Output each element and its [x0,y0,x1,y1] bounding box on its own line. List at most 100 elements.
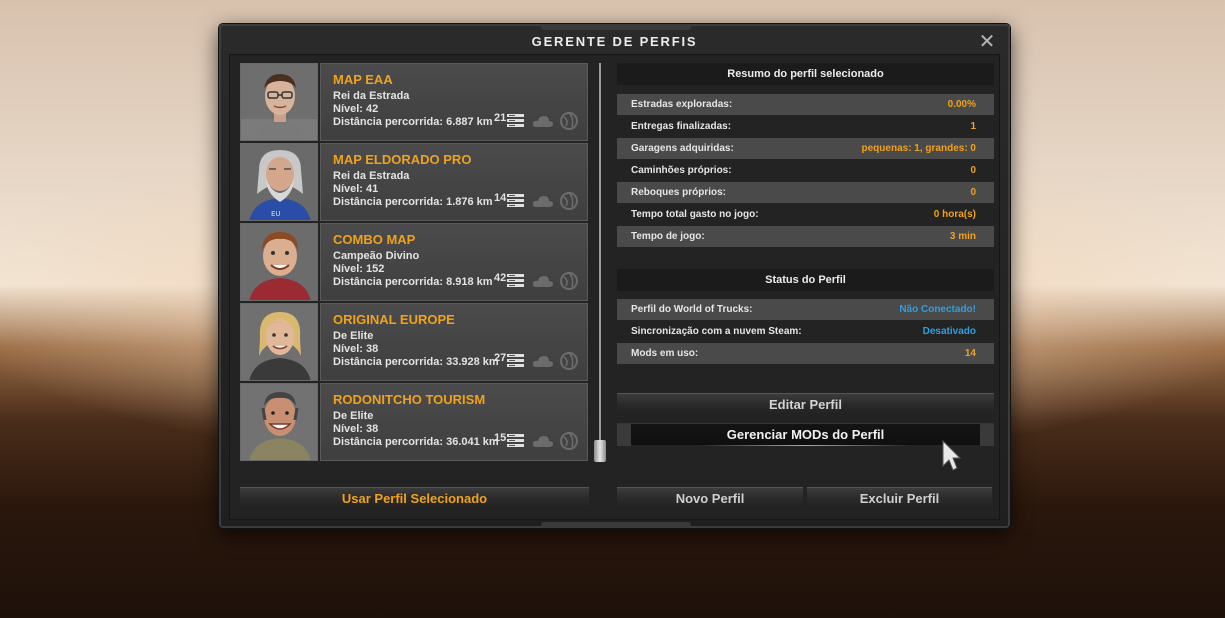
profile-distance: Distância percorrida: 36.041 km [333,436,499,448]
profile-rank: Rei da Estrada [333,90,410,102]
button-cap-left [617,424,631,446]
profile-list: MAP EAA Rei da Estrada Nível: 42 Distânc… [240,63,590,463]
profile-level: Nível: 41 [333,183,379,195]
stat-label: Caminhões próprios: [631,165,732,176]
stat-value: 1 [970,121,976,132]
mods-list-icon [507,194,524,207]
cloud-icon [532,356,553,367]
cloud-icon [532,196,553,207]
close-icon[interactable]: ✕ [978,32,996,52]
stat-value: 0.00% [947,99,976,110]
stat-row: Entregas finalizadas: 1 [617,116,994,137]
profile-card[interactable]: ORIGINAL EUROPE De Elite Nível: 38 Distâ… [320,303,588,381]
delete-profile-button[interactable]: Excluir Perfil [807,487,992,509]
globe-icon [560,192,578,210]
stat-row: Reboques próprios: 0 [617,182,994,203]
avatar: EU [240,143,318,221]
stat-value: 0 [970,165,976,176]
profile-distance: Distância percorrida: 8.918 km [333,276,493,288]
cloud-icon [532,116,553,127]
stat-value: pequenas: 1, grandes: 0 [861,143,976,154]
mods-list-icon [507,114,524,127]
globe-icon [560,112,578,130]
profile-card[interactable]: MAP EAA Rei da Estrada Nível: 42 Distânc… [320,63,588,141]
profile-name: RODONITCHO TOURISM [333,392,486,407]
profile-mod-count: 27 [494,352,507,364]
profile-distance: Distância percorrida: 33.928 km [333,356,499,368]
status-title: Status do Perfil [617,269,994,291]
cloud-icon [532,276,553,287]
mods-list-icon [507,434,524,447]
globe-icon [560,272,578,290]
status-row: Mods em uso: 14 [617,343,994,364]
summary-title: Resumo do perfil selecionado [617,63,994,85]
profile-mod-count: 21 [494,112,507,124]
manage-mods-label: Gerenciar MODs do Perfil [726,427,885,442]
profile-card[interactable]: RODONITCHO TOURISM De Elite Nível: 38 Di… [320,383,588,461]
dialog-title: GERENTE DE PERFIS [531,34,698,49]
profile-list-scrollbar[interactable] [599,63,601,461]
edit-profile-button[interactable]: Editar Perfil [617,393,994,415]
mods-list-icon [507,274,524,287]
status-label: Perfil do World of Trucks: [631,304,753,315]
avatar [240,63,318,141]
status-label: Mods em uso: [631,348,699,359]
stat-row: Tempo de jogo: 3 min [617,226,994,247]
profile-level: Nível: 38 [333,423,379,435]
profile-name: COMBO MAP [333,232,416,247]
status-label: Sincronização com a nuvem Steam: [631,326,802,337]
stat-label: Estradas exploradas: [631,99,733,110]
svg-text:EU: EU [271,210,281,218]
stat-value: 0 [970,187,976,198]
stat-label: Garagens adquiridas: [631,143,734,154]
profile-row[interactable]: EU MAP ELDORADO PRO Rei da Estrada Nível… [240,143,590,221]
profile-level: Nível: 38 [333,343,379,355]
button-cap-right [980,424,994,446]
profile-row[interactable]: RODONITCHO TOURISM De Elite Nível: 38 Di… [240,383,590,461]
avatar [240,383,318,461]
profile-name: ORIGINAL EUROPE [333,312,455,327]
mouse-cursor-icon [942,440,961,471]
stat-row: Tempo total gasto no jogo: 0 hora(s) [617,204,994,225]
stat-row: Estradas exploradas: 0.00% [617,94,994,115]
use-profile-button[interactable]: Usar Perfil Selecionado [240,487,589,509]
profile-rank: De Elite [333,330,374,342]
profile-mod-count: 15 [494,432,507,444]
status-value[interactable]: Desativado [923,321,976,342]
cloud-icon [532,436,553,447]
status-row: Perfil do World of Trucks: Não Conectado… [617,299,994,320]
avatar [240,223,318,301]
new-profile-button[interactable]: Novo Perfil [617,487,803,509]
profile-name: MAP EAA [333,72,393,87]
scrollbar-thumb[interactable] [594,440,606,462]
status-row: Sincronização com a nuvem Steam: Desativ… [617,321,994,342]
profile-manager-dialog: GERENTE DE PERFIS ✕ MAP EAA Rei da Estra… [219,24,1010,528]
profile-name: MAP ELDORADO PRO [333,152,472,167]
status-value[interactable]: Não Conectado! [899,299,976,320]
avatar [240,303,318,381]
profile-level: Nível: 42 [333,103,379,115]
globe-icon [560,352,578,370]
profile-rank: Campeão Divino [333,250,420,262]
profile-level: Nível: 152 [333,263,385,275]
profile-row[interactable]: ORIGINAL EUROPE De Elite Nível: 38 Distâ… [240,303,590,381]
profile-card[interactable]: COMBO MAP Campeão Divino Nível: 152 Dist… [320,223,588,301]
profile-mod-count: 14 [494,192,507,204]
stat-label: Reboques próprios: [631,187,727,198]
profile-card[interactable]: MAP ELDORADO PRO Rei da Estrada Nível: 4… [320,143,588,221]
bottom-notch [541,522,691,528]
stat-row: Garagens adquiridas: pequenas: 1, grande… [617,138,994,159]
stat-label: Tempo de jogo: [631,231,705,242]
stat-label: Entregas finalizadas: [631,121,732,132]
status-value: 14 [964,348,976,359]
profile-row[interactable]: COMBO MAP Campeão Divino Nível: 152 Dist… [240,223,590,301]
focus-underline [699,445,911,446]
manage-mods-button[interactable]: Gerenciar MODs do Perfil [617,423,994,446]
profile-rank: Rei da Estrada [333,170,410,182]
stat-row: Caminhões próprios: 0 [617,160,994,181]
profile-distance: Distância percorrida: 6.887 km [333,116,493,128]
stat-value: 3 min [949,231,976,242]
top-notch [541,24,691,30]
profile-row[interactable]: MAP EAA Rei da Estrada Nível: 42 Distânc… [240,63,590,141]
globe-icon [560,432,578,450]
